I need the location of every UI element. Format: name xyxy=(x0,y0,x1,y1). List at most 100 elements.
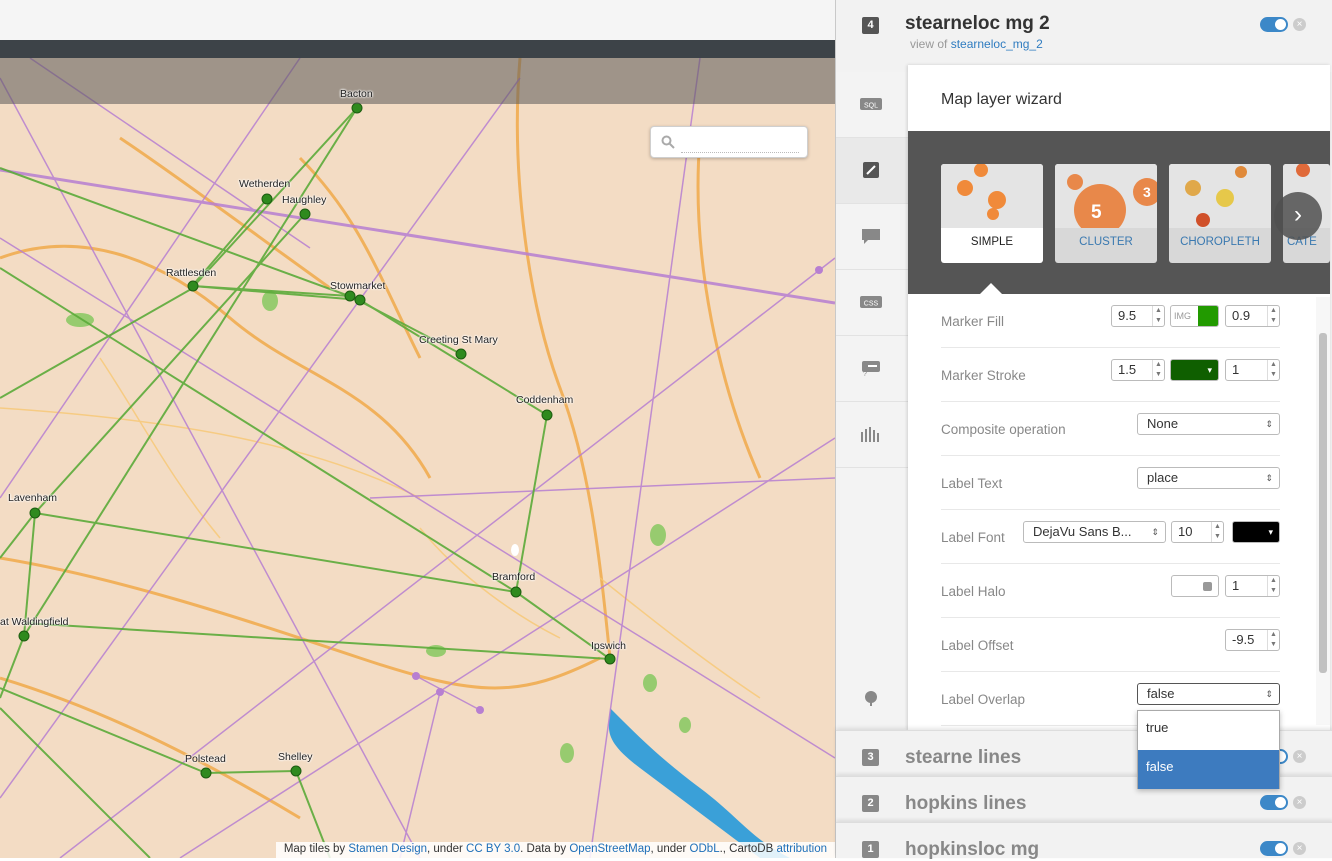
label-font-value: DejaVu Sans B... xyxy=(1033,524,1132,539)
map-top-overlay xyxy=(0,58,835,104)
label-halo-row: Label Halo 1 ▲ ▼ xyxy=(941,564,1280,618)
overlap-option-false[interactable]: false xyxy=(1138,750,1279,789)
label-halo-color-picker[interactable] xyxy=(1171,575,1219,597)
stepper-arrows-icon[interactable]: ▲ ▼ xyxy=(1267,360,1279,380)
layer-header-4[interactable]: 4 stearneloc mg 2 view of stearneloc_mg_… xyxy=(836,0,1332,72)
marker-stroke-color-picker[interactable]: ▾ xyxy=(1170,359,1219,381)
map-view[interactable]: Bacton Wetherden Haughley Rattlesden Sto… xyxy=(0,58,835,858)
map-label-haughley: Haughley xyxy=(282,194,327,206)
chevron-updown-icon: ⇕ xyxy=(1265,473,1273,483)
layer-visibility-toggle[interactable] xyxy=(1260,795,1288,810)
label-text-label: Label Text xyxy=(941,476,1003,491)
label-offset-value: -9.5 xyxy=(1232,632,1255,647)
marker-stroke-opacity-stepper[interactable]: 1 ▲ ▼ xyxy=(1225,359,1280,381)
layer-title[interactable]: stearne lines xyxy=(905,747,1021,769)
label-offset-label: Label Offset xyxy=(941,638,1014,653)
choropleth-thumbnail xyxy=(1169,164,1271,228)
map-label-wetherden: Wetherden xyxy=(239,178,291,190)
map-label-creeting-st-mary: Creeting St Mary xyxy=(419,334,498,346)
stepper-arrows-icon[interactable]: ▲ ▼ xyxy=(1211,522,1223,542)
sql-tool[interactable]: SQL xyxy=(836,72,908,138)
wizard-type-strip: SIMPLE 5 3 CLUSTER CHOROPLETH CATE › xyxy=(908,131,1330,294)
marker-stroke-width-stepper[interactable]: 1.5 ▲ ▼ xyxy=(1111,359,1165,381)
map-layer-wizard: Map layer wizard SIMPLE 5 3 CLUSTER CHOR… xyxy=(908,65,1330,730)
merge-tool[interactable] xyxy=(836,666,908,732)
marker-fill-row: Marker Fill 9.5 ▲ ▼ IMG 0.9 ▲ ▼ xyxy=(941,294,1280,348)
label-halo-label: Label Halo xyxy=(941,584,1006,599)
chevron-down-icon: ▾ xyxy=(1207,365,1212,375)
map-label-ipswich: Ipswich xyxy=(591,640,627,652)
stepper-arrows-icon[interactable]: ▲ ▼ xyxy=(1267,306,1279,326)
img-label: IMG xyxy=(1174,311,1191,321)
cluster-thumbnail xyxy=(1055,164,1157,228)
layer-header-1[interactable]: 1 hopkinsloc mg × xyxy=(836,822,1332,860)
map-search-box[interactable] xyxy=(650,126,808,158)
fill-color-swatch xyxy=(1198,306,1218,326)
label-overlap-label: Label Overlap xyxy=(941,692,1026,707)
legend-tool[interactable]: ? xyxy=(836,336,908,402)
svg-text:?: ? xyxy=(863,371,867,376)
map-label-rattlesden: Rattlesden xyxy=(166,267,217,279)
map-label-stowmarket: Stowmarket xyxy=(330,280,386,292)
label-font-color-picker[interactable]: ▾ xyxy=(1232,521,1280,543)
layer-title[interactable]: stearneloc mg 2 xyxy=(905,13,1050,35)
filters-tool[interactable] xyxy=(836,402,908,468)
label-overlap-value: false xyxy=(1147,686,1175,701)
label-overlap-select[interactable]: false ⇕ xyxy=(1137,683,1280,705)
layer-subtitle: view of stearneloc_mg_2 xyxy=(910,37,1043,51)
stamen-link[interactable]: Stamen Design xyxy=(348,843,427,855)
wizard-type-choropleth[interactable]: CHOROPLETH xyxy=(1169,164,1271,263)
map-search-input[interactable] xyxy=(681,133,799,153)
remove-layer-icon[interactable]: × xyxy=(1293,842,1306,855)
layer-title[interactable]: hopkins lines xyxy=(905,793,1026,815)
layer-visibility-toggle[interactable] xyxy=(1260,841,1288,856)
marker-fill-opacity-stepper[interactable]: 0.9 ▲ ▼ xyxy=(1225,305,1280,327)
wizard-title: Map layer wizard xyxy=(941,91,1062,108)
attribution-data: . Data by xyxy=(520,843,570,855)
wizard-type-simple[interactable]: SIMPLE xyxy=(941,164,1043,263)
composite-operation-label: Composite operation xyxy=(941,422,1066,437)
stepper-arrows-icon[interactable]: ▲ ▼ xyxy=(1267,630,1279,650)
chevron-updown-icon: ⇕ xyxy=(1265,689,1273,699)
composite-operation-value: None xyxy=(1147,416,1179,431)
label-offset-stepper[interactable]: -9.5 ▲ ▼ xyxy=(1225,629,1280,651)
label-text-row: Label Text place ⇕ xyxy=(941,456,1280,510)
osm-link[interactable]: OpenStreetMap xyxy=(569,843,650,855)
label-text-select[interactable]: place ⇕ xyxy=(1137,467,1280,489)
overlap-option-true[interactable]: true xyxy=(1138,711,1279,750)
remove-layer-icon[interactable]: × xyxy=(1293,18,1306,31)
marker-stroke-opacity-value: 1 xyxy=(1232,362,1240,377)
chevron-right-icon[interactable]: › xyxy=(1274,192,1322,240)
sql-icon: SQL xyxy=(860,98,882,110)
label-font-select[interactable]: DejaVu Sans B... ⇕ xyxy=(1023,521,1166,543)
label-halo-size-value: 1 xyxy=(1232,578,1240,593)
css-tool[interactable]: CSS xyxy=(836,270,908,336)
composite-operation-select[interactable]: None ⇕ xyxy=(1137,413,1280,435)
stepper-arrows-icon[interactable]: ▲ ▼ xyxy=(1152,306,1164,326)
cluster-badge-small: 3 xyxy=(1143,184,1151,200)
scrollbar-thumb[interactable] xyxy=(1319,333,1327,673)
odbl-link[interactable]: ODbL xyxy=(690,843,720,855)
layer-table-link[interactable]: stearneloc_mg_2 xyxy=(951,37,1043,51)
ccby-link[interactable]: CC BY 3.0 xyxy=(466,843,520,855)
layer-visibility-toggle[interactable] xyxy=(1260,17,1288,32)
label-font-size-stepper[interactable]: 10 ▲ ▼ xyxy=(1171,521,1224,543)
infowindow-tool[interactable] xyxy=(836,204,908,270)
marker-fill-color-picker[interactable]: IMG xyxy=(1170,305,1219,327)
stepper-arrows-icon[interactable]: ▲ ▼ xyxy=(1152,360,1164,380)
wizard-scrollbar[interactable] xyxy=(1316,297,1330,725)
layer-tools-sidebar: SQL CSS ? xyxy=(836,72,908,732)
marker-fill-width-stepper[interactable]: 9.5 ▲ ▼ xyxy=(1111,305,1165,327)
wizard-type-cluster[interactable]: 5 3 CLUSTER xyxy=(1055,164,1157,263)
cartodb-attribution-link[interactable]: attribution xyxy=(776,843,827,855)
map-label-lavenham: Lavenham xyxy=(8,492,58,504)
label-halo-size-stepper[interactable]: 1 ▲ ▼ xyxy=(1225,575,1280,597)
stepper-arrows-icon[interactable]: ▲ ▼ xyxy=(1267,576,1279,596)
attribution-under-1: , under xyxy=(427,843,467,855)
remove-layer-icon[interactable]: × xyxy=(1293,796,1306,809)
wizard-tool[interactable] xyxy=(836,138,908,204)
chevron-down-icon: ▾ xyxy=(1268,527,1273,537)
remove-layer-icon[interactable]: × xyxy=(1293,750,1306,763)
label-overlap-dropdown: true false xyxy=(1137,710,1280,789)
view-of-label: view of xyxy=(910,37,948,51)
